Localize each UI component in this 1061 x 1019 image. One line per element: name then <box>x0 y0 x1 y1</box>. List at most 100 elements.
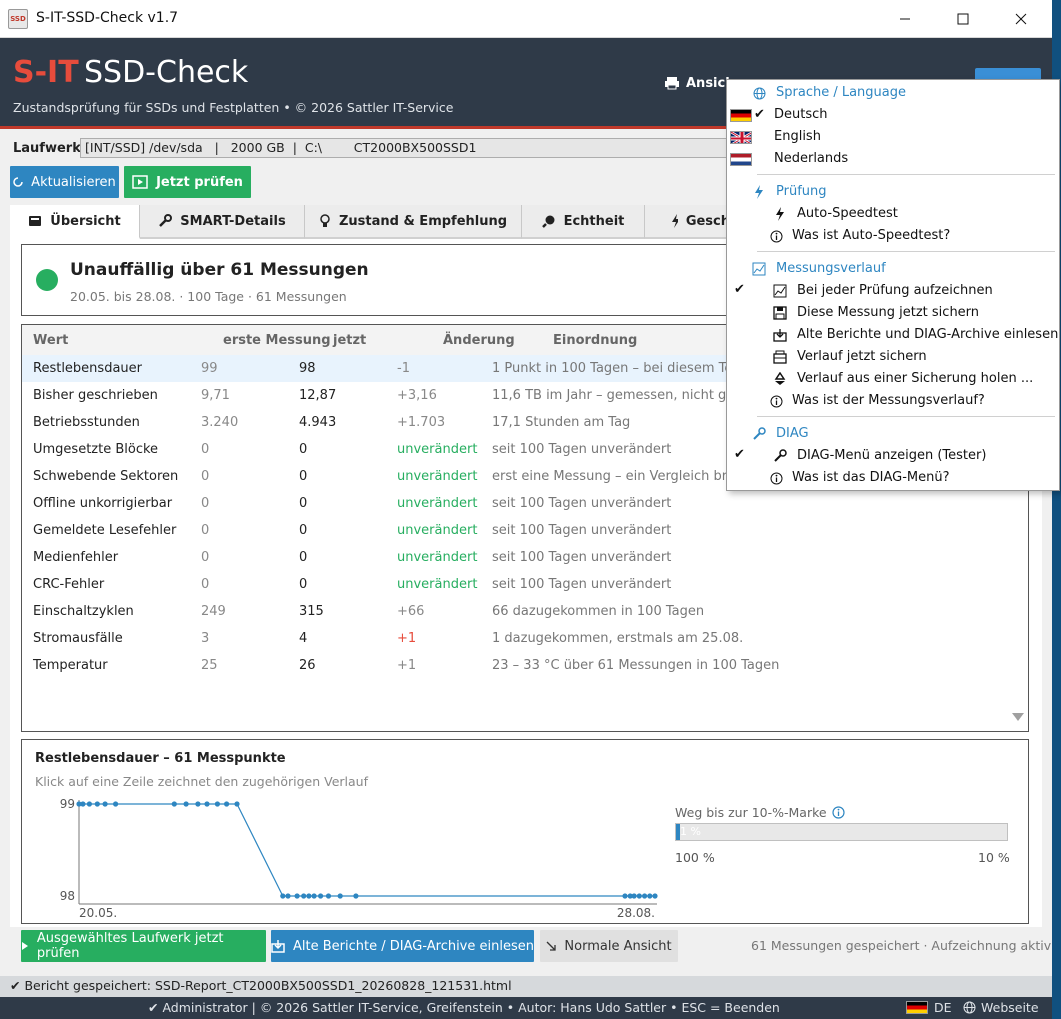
menu-item-save-history[interactable]: Verlauf jetzt sichern <box>727 346 1059 368</box>
data-point <box>353 893 359 899</box>
cell-change: unverändert <box>397 550 478 565</box>
menu-item-deutsch[interactable]: ✔ Deutsch <box>727 104 1059 126</box>
cell-note: seit 100 Tagen unverändert <box>492 577 672 592</box>
check-selected-label: Ausgewähltes Laufwerk jetzt prüfen <box>36 931 224 961</box>
data-point <box>102 801 108 807</box>
menu-header-label: DIAG <box>776 426 809 441</box>
menu-item-label: Alte Berichte und DIAG-Archive einlesen … <box>797 327 1061 342</box>
globe-icon <box>752 86 766 100</box>
menu-header-language: Sprache / Language <box>727 82 1059 104</box>
archive-box-icon <box>773 350 787 364</box>
cell-first: 0 <box>201 496 210 511</box>
data-point <box>234 801 240 807</box>
logo-product: SSD-Check <box>84 55 249 90</box>
status-indicator <box>36 269 58 291</box>
column-header[interactable]: Änderung <box>443 333 515 348</box>
column-header[interactable]: Wert <box>33 333 68 348</box>
cell-change: unverändert <box>397 496 478 511</box>
progress-end-label: 10 % <box>978 850 1010 865</box>
cell-now: 4 <box>299 631 308 646</box>
menu-item-restore-history[interactable]: Verlauf aus einer Sicherung holen ... <box>727 368 1059 390</box>
table-row[interactable]: CRC-Fehler 0 0 unverändert seit 100 Tagen un… <box>22 571 1028 598</box>
cell-first: 0 <box>201 469 210 484</box>
menu-item-show-diag[interactable]: ✔ DIAG-Menü anzeigen (Tester) <box>727 445 1059 467</box>
status-title: Unauffällig über 61 Messungen <box>70 260 369 280</box>
chart-title: Restlebensdauer – 61 Messpunkte <box>35 751 286 766</box>
data-point <box>631 893 637 899</box>
y-tick-label: 98 <box>60 889 75 903</box>
drive-icon <box>29 216 42 226</box>
table-row[interactable]: Medienfehler 0 0 unverändert seit 100 Tagen … <box>22 544 1028 571</box>
data-point <box>642 893 648 899</box>
normal-view-button[interactable]: Normale Ansicht <box>540 930 678 962</box>
cell-now: 98 <box>299 361 316 376</box>
data-point <box>306 893 312 899</box>
footer-language[interactable]: DE <box>906 1000 952 1015</box>
cell-name: Offline unkorrigierbar <box>33 496 173 511</box>
column-header[interactable]: jetzt <box>333 333 366 348</box>
close-button[interactable] <box>992 0 1050 38</box>
cell-change: +3,16 <box>397 388 437 403</box>
close-icon <box>1015 13 1027 25</box>
data-point <box>214 801 220 807</box>
import-archives-label: Alte Berichte / DIAG-Archive einlesen <box>293 938 534 954</box>
column-header[interactable]: Einordnung <box>553 333 637 348</box>
check-now-label: Jetzt prüfen <box>156 174 243 190</box>
data-point <box>652 893 658 899</box>
table-row[interactable]: Gemeldete Lesefehler 0 0 unverändert seit 10… <box>22 517 1028 544</box>
refresh-button[interactable]: Aktualisieren <box>10 166 119 198</box>
cell-now: 315 <box>299 604 324 619</box>
menu-item-english[interactable]: English <box>727 126 1059 148</box>
history-chart[interactable]: 99 98 20.05. 28.08. <box>22 740 682 925</box>
progress-start-label: 100 % <box>675 850 715 865</box>
table-row[interactable]: Stromausfälle 3 4 +1 1 dazugekommen, erstmal… <box>22 625 1028 652</box>
cell-note: 1 Punkt in 100 Tagen – bei diesem Temp <box>492 361 754 376</box>
german-flag-icon <box>730 109 752 122</box>
shrink-icon <box>546 941 557 951</box>
tab-speed[interactable]: Gesch <box>645 205 730 239</box>
cell-first: 0 <box>201 577 210 592</box>
info-icon[interactable] <box>831 806 845 819</box>
header-nav-view[interactable]: Ansich <box>664 72 734 94</box>
tab-authenticity[interactable]: Echtheit <box>522 205 645 239</box>
footer-website-link[interactable]: Webseite <box>963 1000 1039 1015</box>
menu-item-nederlands[interactable]: Nederlands <box>727 148 1059 170</box>
series-line <box>79 803 655 897</box>
check-selected-drive-button[interactable]: Ausgewähltes Laufwerk jetzt prüfen <box>21 930 266 962</box>
menu-item-what-history[interactable]: Was ist der Messungsverlauf? <box>727 390 1059 412</box>
import-archives-button[interactable]: Alte Berichte / DIAG-Archive einlesen <box>271 930 534 962</box>
data-point <box>224 801 230 807</box>
tab-overview[interactable]: Übersicht <box>10 205 140 239</box>
cell-first: 3.240 <box>201 415 239 430</box>
minimize-icon <box>900 18 910 20</box>
menu-item-label: Was ist der Messungsverlauf? <box>792 393 985 408</box>
table-row[interactable]: Offline unkorrigierbar 0 0 unverändert seit … <box>22 490 1028 517</box>
bulb-icon <box>320 214 330 227</box>
scroll-down-icon[interactable] <box>1012 713 1024 721</box>
x-tick-label: 28.08. <box>617 906 655 920</box>
cell-name: Einschaltzyklen <box>33 604 134 619</box>
menu-item-what-auto-speedtest[interactable]: Was ist Auto-Speedtest? <box>727 225 1059 247</box>
tab-smart-details[interactable]: SMART-Details <box>140 205 305 239</box>
cell-first: 0 <box>201 442 210 457</box>
cell-name: CRC-Fehler <box>33 577 105 592</box>
cell-change: unverändert <box>397 577 478 592</box>
menu-separator <box>757 174 1055 175</box>
menu-item-auto-speedtest[interactable]: Auto-Speedtest <box>727 203 1059 225</box>
minimize-button[interactable] <box>876 0 934 38</box>
menu-item-record-each[interactable]: ✔ Bei jeder Prüfung aufzeichnen <box>727 280 1059 302</box>
check-now-button[interactable]: Jetzt prüfen <box>124 166 251 198</box>
column-header[interactable]: erste Messung <box>223 333 331 348</box>
menu-item-save-measure[interactable]: Diese Messung jetzt sichern <box>727 302 1059 324</box>
drive-select[interactable]: [INT/SSD] /dev/sda | 2000 GB | C:\ CT200… <box>80 138 730 158</box>
cell-first: 3 <box>201 631 210 646</box>
table-row[interactable]: Einschaltzyklen 249 315 +66 66 dazugekommen … <box>22 598 1028 625</box>
tab-label: SMART-Details <box>180 213 286 229</box>
maximize-button[interactable] <box>934 0 992 38</box>
tab-condition[interactable]: Zustand & Empfehlung <box>305 205 522 239</box>
chart-hint: Klick auf eine Zeile zeichnet den zugehö… <box>35 774 369 789</box>
table-row[interactable]: Temperatur 25 26 +1 23 – 33 °C über 61 Messu… <box>22 652 1028 679</box>
menu-item-what-diag[interactable]: Was ist das DIAG-Menü? <box>727 467 1059 489</box>
menu-item-import-old[interactable]: Alte Berichte und DIAG-Archive einlesen … <box>727 324 1061 346</box>
menu-header-label: Messungsverlauf <box>776 261 886 276</box>
